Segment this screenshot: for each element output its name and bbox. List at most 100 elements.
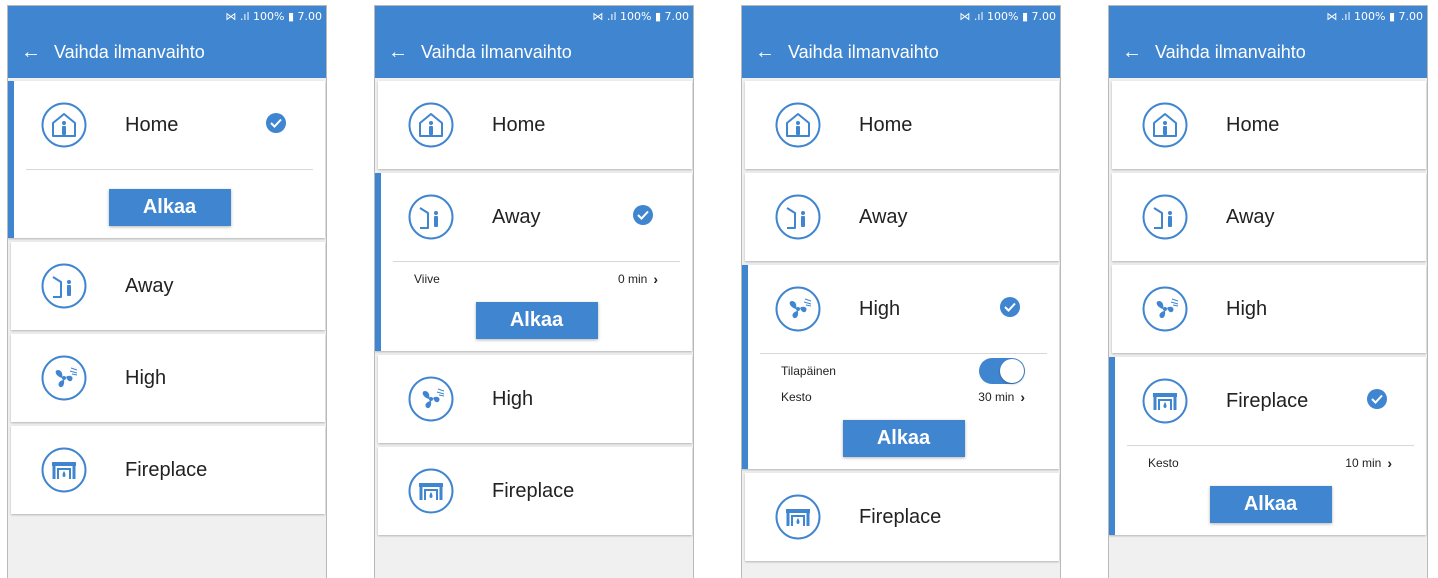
mode-row[interactable]: High (1112, 265, 1426, 353)
fireplace-icon (1142, 378, 1188, 424)
mode-details: Viive 0 min › Alkaa (381, 262, 692, 351)
arrow-left-icon[interactable]: ← (1109, 42, 1155, 62)
mode-row[interactable]: Away (745, 173, 1059, 261)
checkmark-icon (632, 204, 654, 226)
mode-list: Home Away High Fireplace Kesto 10 min › Alkaa (1109, 78, 1427, 535)
setting-tilapäinen[interactable]: Tilapäinen (748, 358, 1059, 384)
mode-card-home[interactable]: Home (745, 81, 1059, 169)
chevron-right-icon: › (1387, 455, 1392, 471)
mode-row[interactable]: Fireplace (378, 447, 692, 535)
setting-kesto[interactable]: Kesto 30 min › (748, 384, 1059, 410)
start-button[interactable]: Alkaa (1209, 486, 1332, 523)
mode-row[interactable]: Fireplace (11, 426, 325, 514)
setting-value[interactable]: 30 min › (978, 389, 1025, 405)
arrow-left-icon[interactable]: ← (375, 42, 421, 62)
mode-label: Fireplace (1226, 389, 1309, 412)
mode-card-away[interactable]: Away (745, 173, 1059, 261)
status-bar-text: ⋈ .ıl 100% ▮ 7.00 (592, 9, 689, 23)
mode-card-fireplace[interactable]: Fireplace (378, 447, 692, 535)
mode-card-away[interactable]: Away (1112, 173, 1426, 261)
mode-row[interactable]: Away (381, 173, 692, 261)
temporary-toggle[interactable] (979, 358, 1025, 384)
status-bar-text: ⋈ .ıl 100% ▮ 7.00 (959, 9, 1056, 23)
setting-value[interactable]: 0 min › (618, 271, 658, 287)
mode-label: Fireplace (859, 505, 942, 528)
mode-row[interactable]: Home (745, 81, 1059, 169)
start-button[interactable]: Alkaa (475, 302, 598, 339)
mode-label: Away (125, 274, 174, 297)
status-bar: ⋈ .ıl 100% ▮ 7.00 (742, 6, 1060, 26)
fan-icon (1142, 286, 1188, 332)
app-bar: ← Vaihda ilmanvaihto (375, 26, 693, 78)
mode-label: Home (125, 113, 179, 136)
arrow-left-icon[interactable]: ← (742, 42, 788, 62)
phone-screen-3: ⋈ .ıl 100% ▮ 7.00 ← Vaihda ilmanvaihto Home… (741, 5, 1061, 578)
setting-label: Kesto (781, 390, 812, 404)
mode-row[interactable]: Away (11, 242, 325, 330)
home-icon (775, 102, 821, 148)
mode-label: Away (492, 205, 541, 228)
mode-card-fireplace[interactable]: Fireplace Kesto 10 min › Alkaa (1109, 357, 1426, 535)
setting-value-text: 30 min (978, 390, 1015, 404)
fan-icon (41, 355, 87, 401)
mode-row[interactable]: Home (14, 81, 325, 169)
setting-value[interactable]: 10 min › (1345, 455, 1392, 471)
mode-row[interactable]: Home (1112, 81, 1426, 169)
start-button[interactable]: Alkaa (108, 189, 231, 226)
mode-label: High (492, 387, 534, 410)
mode-row[interactable]: Fireplace (1115, 357, 1426, 445)
mode-card-home[interactable]: Home (378, 81, 692, 169)
mode-card-high[interactable]: High (1112, 265, 1426, 353)
mode-row[interactable]: Fireplace (745, 473, 1059, 561)
phone-screen-2: ⋈ .ıl 100% ▮ 7.00 ← Vaihda ilmanvaihto Home… (374, 5, 694, 578)
mode-card-away[interactable]: Away (11, 242, 325, 330)
app-bar-title: Vaihda ilmanvaihto (54, 41, 205, 62)
mode-label: Home (492, 113, 546, 136)
setting-kesto[interactable]: Kesto 10 min › (1115, 450, 1426, 476)
away-icon (408, 194, 454, 240)
arrow-left-icon[interactable]: ← (8, 42, 54, 62)
mode-label: High (859, 297, 901, 320)
mode-row[interactable]: High (378, 355, 692, 443)
mode-row[interactable]: Home (378, 81, 692, 169)
app-bar-title: Vaihda ilmanvaihto (1155, 41, 1306, 62)
mode-card-high[interactable]: High (378, 355, 692, 443)
mode-details: Alkaa (14, 189, 325, 238)
mode-label: High (1226, 297, 1268, 320)
mode-details: Kesto 10 min › Alkaa (1115, 446, 1426, 535)
mode-row[interactable]: High (748, 265, 1059, 353)
phone-screen-1: ⋈ .ıl 100% ▮ 7.00 ← Vaihda ilmanvaihto Home… (7, 5, 327, 578)
setting-label: Viive (414, 272, 440, 286)
mode-card-away[interactable]: Away Viive 0 min › Alkaa (375, 173, 692, 351)
mode-list: Home Away Viive 0 min › Alkaa High Fireplace (375, 78, 693, 535)
status-bar: ⋈ .ıl 100% ▮ 7.00 (8, 6, 326, 26)
mode-label: Away (1226, 205, 1275, 228)
checkmark-icon (999, 296, 1021, 318)
status-bar-text: ⋈ .ıl 100% ▮ 7.00 (1326, 9, 1423, 23)
setting-viive[interactable]: Viive 0 min › (381, 266, 692, 292)
mode-card-fireplace[interactable]: Fireplace (745, 473, 1059, 561)
fireplace-icon (41, 447, 87, 493)
app-bar: ← Vaihda ilmanvaihto (742, 26, 1060, 78)
mode-row[interactable]: Away (1112, 173, 1426, 261)
mode-card-fireplace[interactable]: Fireplace (11, 426, 325, 514)
mode-card-high[interactable]: High (11, 334, 325, 422)
mode-label: Home (859, 113, 913, 136)
app-bar-title: Vaihda ilmanvaihto (788, 41, 939, 62)
status-bar: ⋈ .ıl 100% ▮ 7.00 (375, 6, 693, 26)
phone-screen-4: ⋈ .ıl 100% ▮ 7.00 ← Vaihda ilmanvaihto Home… (1108, 5, 1428, 578)
home-icon (1142, 102, 1188, 148)
mode-card-home[interactable]: Home Alkaa (8, 81, 325, 238)
mode-label: High (125, 366, 167, 389)
away-icon (775, 194, 821, 240)
mode-label: Fireplace (492, 479, 575, 502)
mode-row[interactable]: High (11, 334, 325, 422)
start-button[interactable]: Alkaa (842, 420, 965, 457)
mode-card-high[interactable]: High Tilapäinen Kesto 30 min › Alkaa (742, 265, 1059, 469)
status-bar: ⋈ .ıl 100% ▮ 7.00 (1109, 6, 1427, 26)
setting-value-text: 10 min (1345, 456, 1382, 470)
fireplace-icon (408, 468, 454, 514)
setting-value-text: 0 min (617, 272, 648, 286)
mode-card-home[interactable]: Home (1112, 81, 1426, 169)
fireplace-icon (775, 494, 821, 540)
